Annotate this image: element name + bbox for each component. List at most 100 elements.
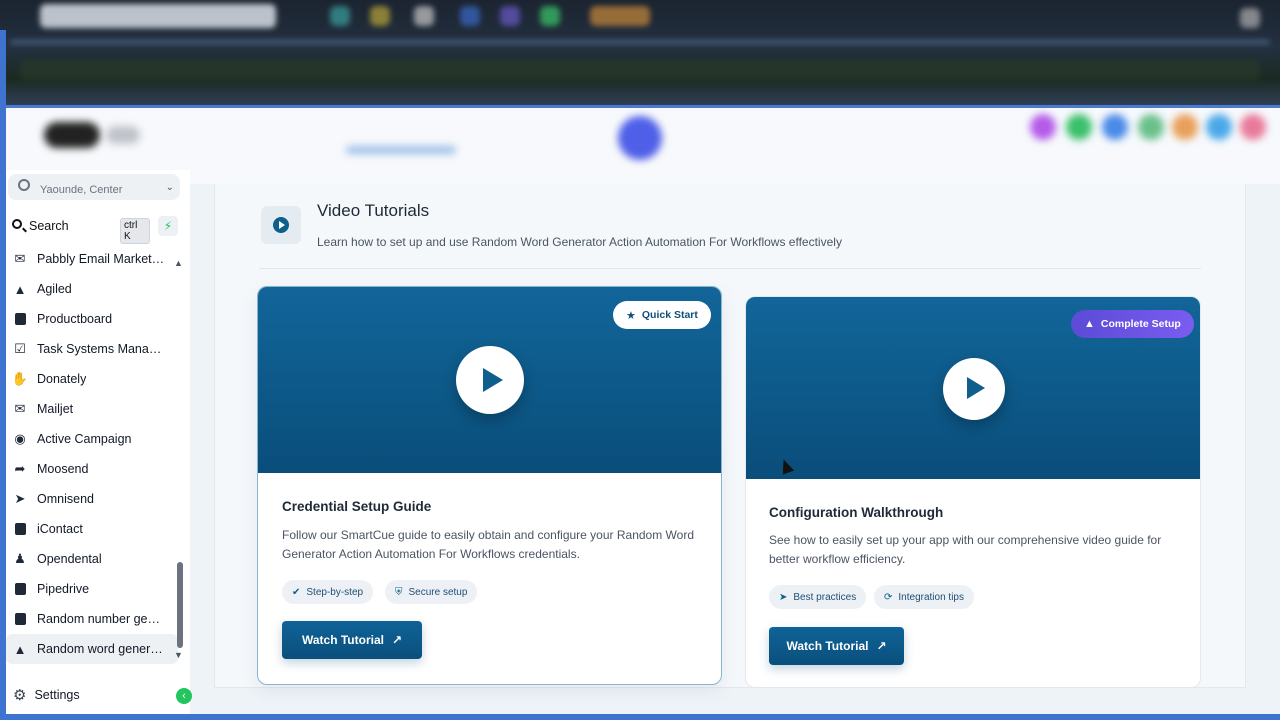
chip-label: Step-by-step xyxy=(306,586,364,598)
sidebar-item-task-systems[interactable]: ☑ Task Systems Manage... xyxy=(6,334,178,364)
sidebar-item-label: Moosend xyxy=(37,462,89,476)
user-icon: ♟ xyxy=(14,551,26,566)
sidebar-item-omnisend[interactable]: ➤ Omnisend xyxy=(6,484,178,514)
main-content: Video Tutorials Learn how to set up and … xyxy=(214,184,1246,688)
divider xyxy=(259,268,1201,269)
chevron-down-icon: ⌄ xyxy=(165,182,174,193)
chip-secure-setup: ⛨ Secure setup xyxy=(385,580,478,604)
shield-icon: ⛨ xyxy=(395,586,403,598)
location-icon xyxy=(18,179,30,191)
sidebar-item-icontact[interactable]: iContact xyxy=(6,514,178,544)
tutorial-card-credential-setup: ★ Quick Start Credential Setup Guide Fol… xyxy=(257,286,722,685)
chip-label: Integration tips xyxy=(898,591,964,603)
sidebar-item-label: Agiled xyxy=(37,282,72,296)
star-icon: ★ xyxy=(626,309,636,322)
envelope-icon: ✉ xyxy=(14,251,26,266)
sidebar-item-label: Mailjet xyxy=(37,402,74,416)
envelope-icon: ✉ xyxy=(14,401,26,416)
quick-start-badge: ★ Quick Start xyxy=(613,301,711,329)
sidebar-item-label: Omnisend xyxy=(37,492,94,506)
contact-book-icon xyxy=(12,521,28,537)
sidebar-item-label: Random word generat... xyxy=(37,642,165,656)
sidebar-nav: ✉ Pabbly Email Marketing ▲ Agiled Produc… xyxy=(6,244,178,664)
sidebar-item-label: Pipedrive xyxy=(37,582,90,596)
sidebar-item-label: Task Systems Manage... xyxy=(37,342,165,356)
scroll-down-arrow[interactable]: ▼ xyxy=(174,650,183,660)
sidebar-item-label: Productboard xyxy=(37,312,113,326)
sidebar-item-moosend[interactable]: ➦ Moosend xyxy=(6,454,178,484)
app-header-blurred xyxy=(0,108,1280,184)
sidebar-item-label: Active Campaign xyxy=(37,432,132,446)
chip-best-practices: ➤ Best practices xyxy=(769,585,867,609)
sync-icon: ⟳ xyxy=(884,591,893,603)
video-play-icon xyxy=(261,206,301,244)
watch-tutorial-button[interactable]: Watch Tutorial ↗ xyxy=(282,621,422,659)
search-icon xyxy=(12,219,22,229)
chip-integration-tips: ⟳ Integration tips xyxy=(874,585,974,609)
sidebar-item-active-campaign[interactable]: ◉ Active Campaign xyxy=(6,424,178,454)
sidebar-item-mailjet[interactable]: ✉ Mailjet xyxy=(6,394,178,424)
sidebar-item-label: Donately xyxy=(37,372,87,386)
paper-plane-icon: ➤ xyxy=(14,491,26,506)
page-title: Video Tutorials xyxy=(317,201,430,220)
check-circle-icon: ✔ xyxy=(292,586,301,598)
complete-setup-badge: ▲ Complete Setup xyxy=(1071,310,1194,338)
sidebar-item-opendental[interactable]: ♟ Opendental xyxy=(6,544,178,574)
sidebar-item-label: Pabbly Email Marketing xyxy=(37,252,165,266)
checkbox-icon: ☑ xyxy=(14,341,26,356)
rocket-icon: ➤ xyxy=(779,591,788,603)
search-shortcut: ctrl K xyxy=(120,218,150,244)
agiled-icon: ▲ xyxy=(13,641,27,657)
external-link-icon: ↗ xyxy=(391,633,403,647)
sidebar-item-random-word-generator[interactable]: ▲ Random word generat... xyxy=(6,634,178,664)
badge-label: Quick Start xyxy=(641,309,698,321)
settings-label: Settings xyxy=(34,688,80,702)
document-icon xyxy=(12,311,28,327)
sidebar-item-random-number-generator[interactable]: Random number gene... xyxy=(6,604,178,634)
tutorial-card-configuration-walkthrough: ▲ Complete Setup Configuration Walkthrou… xyxy=(745,296,1201,688)
button-label: Watch Tutorial xyxy=(786,639,869,653)
sidebar-item-pipedrive[interactable]: Pipedrive xyxy=(6,574,178,604)
sidebar-item-label: iContact xyxy=(37,522,83,536)
location-label: Yaounde, Center xyxy=(40,184,123,196)
wordpress-icon: ◉ xyxy=(14,431,26,446)
hand-donate-icon: ✋ xyxy=(11,371,29,386)
graduation-cap-icon: ▲ xyxy=(1084,318,1095,330)
play-button[interactable] xyxy=(456,346,524,414)
note-icon xyxy=(12,581,28,597)
search-label: Search xyxy=(29,219,69,233)
frame-border-bottom xyxy=(0,714,1280,720)
chip-label: Secure setup xyxy=(408,586,468,598)
card-title: Credential Setup Guide xyxy=(282,499,432,514)
badge-label: Complete Setup xyxy=(1100,318,1181,330)
document-icon xyxy=(12,611,28,627)
card-title: Configuration Walkthrough xyxy=(769,505,944,520)
video-thumbnail[interactable]: ▲ Complete Setup xyxy=(746,297,1200,479)
sidebar-item-productboard[interactable]: Productboard xyxy=(6,304,178,334)
sidebar-item-label: Random number gene... xyxy=(37,612,165,626)
scroll-up-arrow[interactable]: ▲ xyxy=(174,258,183,268)
location-selector[interactable]: Yaounde, Center ⌄ xyxy=(8,174,180,200)
search-button[interactable]: Search ctrl K xyxy=(8,214,150,244)
sidebar-item-agiled[interactable]: ▲ Agiled xyxy=(6,274,178,304)
sidebar-item-label: Opendental xyxy=(37,552,102,566)
sidebar-item-donately[interactable]: ✋ Donately xyxy=(6,364,178,394)
sidebar: Yaounde, Center ⌄ Search ctrl K ⚡︎ ✉ Pab… xyxy=(6,170,192,714)
external-link-icon: ↗ xyxy=(876,639,887,653)
button-label: Watch Tutorial xyxy=(301,633,384,647)
watch-tutorial-button[interactable]: Watch Tutorial ↗ xyxy=(769,627,904,665)
page-subtitle: Learn how to set up and use Random Word … xyxy=(317,235,842,249)
scrollbar-thumb[interactable] xyxy=(177,562,183,648)
bolt-icon[interactable]: ⚡︎ xyxy=(158,216,178,236)
card-description: See how to easily set up your app with o… xyxy=(769,533,1162,566)
agiled-icon: ▲ xyxy=(13,281,27,297)
play-button[interactable] xyxy=(943,358,1005,420)
chip-label: Best practices xyxy=(793,591,857,603)
settings-button[interactable]: ⚙ Settings xyxy=(6,682,178,708)
sidebar-item-pabbly-email-marketing[interactable]: ✉ Pabbly Email Marketing xyxy=(6,244,178,274)
chip-step-by-step: ✔ Step-by-step xyxy=(282,580,374,604)
browser-chrome-blurred xyxy=(0,0,1280,108)
video-thumbnail[interactable]: ★ Quick Start xyxy=(258,287,721,473)
collapse-sidebar-button[interactable]: ‹ xyxy=(176,688,192,704)
card-description: Follow our SmartCue guide to easily obta… xyxy=(282,528,694,561)
